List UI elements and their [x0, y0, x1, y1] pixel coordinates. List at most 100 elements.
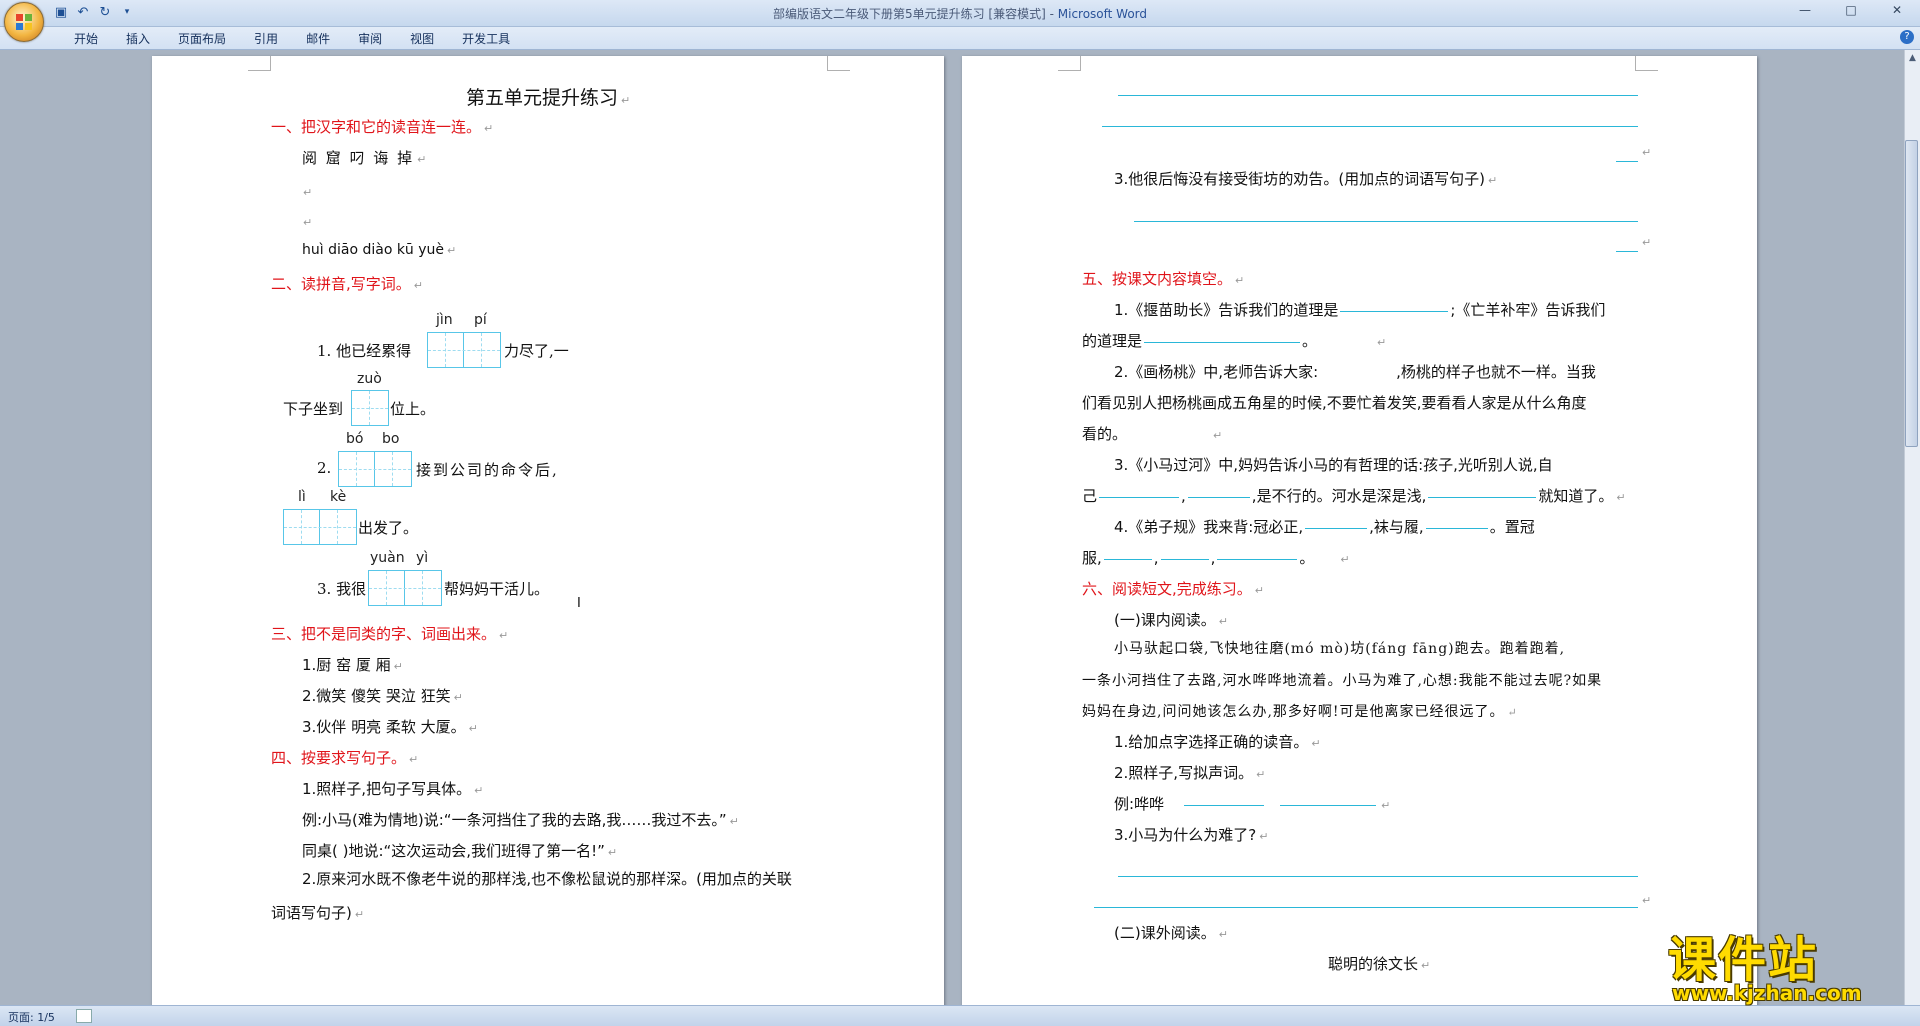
window-controls: — □ ✕: [1782, 0, 1920, 20]
section-3-item-3: 3.伙伴 明亮 柔软 大厦。 ↵: [302, 718, 478, 736]
pinyin-zuo: zuò: [357, 371, 382, 387]
watermark-url: www.kjzhan.com: [1672, 981, 1862, 1005]
tab-insert[interactable]: 插入: [112, 30, 164, 47]
section-5-line-4: 4.《弟子规》我来背:冠必正, ,袜与履, 。置冠: [1114, 518, 1535, 536]
writing-grid[interactable]: [368, 570, 442, 606]
document-page-2: ↵ 3.他很后悔没有接受街坊的劝告。(用加点的词语写句子) ↵ ↵ 五、按课文内容…: [962, 56, 1757, 1005]
answer-line[interactable]: [1616, 251, 1638, 252]
vertical-scrollbar[interactable]: ▲: [1904, 50, 1920, 1005]
section-4-heading: 四、按要求写句子。 ↵: [271, 749, 419, 767]
watermark-logo: 课件站 www.kjzhan.com: [1668, 925, 1908, 1005]
section-5-line-1-cont: 的道理是。 ↵: [1082, 332, 1387, 350]
page-title: 第五单元提升练习 ↵: [466, 87, 631, 109]
tab-home[interactable]: 开始: [60, 30, 112, 47]
maximize-button[interactable]: □: [1828, 0, 1874, 20]
section-4-example: 例:小马(难为情地)说:“一条河挡住了我的去路,我……我过不去。” ↵: [302, 811, 739, 829]
section-2-heading: 二、读拼音,写字词。 ↵: [271, 275, 423, 293]
answer-line[interactable]: [1094, 907, 1638, 908]
q1-text-before: 1. 他已经累得: [317, 342, 412, 360]
section-4-q2: 2.原来河水既不像老牛说的那样浅,也不像松鼠说的那样深。(用加点的关联: [302, 870, 792, 888]
section-1-heading: 一、把汉字和它的读音连一连。 ↵: [271, 118, 494, 136]
pinyin-yuan: yuàn: [370, 550, 405, 566]
section-5-heading: 五、按课文内容填空。 ↵: [1082, 270, 1245, 288]
reading-passage-line-1: 小马驮起口袋,飞快地往磨(mó mò)坊(fáng fāng)跑去。跑着跑着,: [1114, 641, 1566, 657]
pinyin-ke: kè: [330, 489, 347, 505]
writing-grid[interactable]: [427, 332, 501, 368]
help-icon[interactable]: ?: [1900, 30, 1914, 44]
reading-passage-line-3: 妈妈在身边,问问她该怎么办,那多好啊!可是他离家已经很远了。 ↵: [1082, 704, 1518, 720]
document-workspace: 第五单元提升练习 ↵ 一、把汉字和它的读音连一连。 ↵ 阅 窟 叼 诲 掉 ↵ ↵ ↵…: [0, 50, 1905, 1005]
section-3-item-1: 1.厨 窑 厦 厢 ↵: [302, 656, 403, 674]
answer-line[interactable]: [1118, 95, 1638, 96]
section-1-pinyin: huì diāo diào kū yuè ↵: [302, 242, 457, 258]
section-4-q1-blank: 同桌( )地说:“这次运动会,我们班得了第一名!” ↵: [302, 842, 618, 860]
close-button[interactable]: ✕: [1874, 0, 1920, 20]
section-5-line-2-cont: 们看见别人把杨桃画成五角星的时候,不要忙着发笑,要看看人家是从什么角度: [1082, 394, 1587, 412]
answer-line[interactable]: [1134, 221, 1638, 222]
q1-line2-before: 下子坐到: [283, 400, 344, 418]
pinyin-li: lì: [298, 489, 306, 505]
ribbon-tab-bar: 开始 插入 页面布局 引用 邮件 审阅 视图 开发工具 ?: [0, 27, 1920, 50]
reading-q3: 3.小马为什么为难了? ↵: [1114, 826, 1269, 844]
margin-corner-mark: [248, 56, 271, 71]
reading-1-subtitle: (一)课内阅读。 ↵: [1114, 611, 1228, 629]
proofing-icon[interactable]: [76, 1009, 92, 1023]
margin-corner-mark: [1058, 56, 1081, 71]
tab-developer[interactable]: 开发工具: [448, 30, 524, 47]
answer-line[interactable]: [1616, 161, 1638, 162]
pinyin-pi: pí: [474, 312, 487, 328]
paragraph-mark: ↵: [1642, 146, 1652, 159]
tab-page-layout[interactable]: 页面布局: [164, 30, 240, 47]
section-1-characters: 阅 窟 叼 诲 掉 ↵: [302, 149, 429, 167]
tab-mailings[interactable]: 邮件: [292, 30, 344, 47]
writing-grid[interactable]: [351, 390, 389, 426]
section-3-item-2: 2.微笑 傻笑 哭泣 狂笑 ↵: [302, 687, 463, 705]
tab-view[interactable]: 视图: [396, 30, 448, 47]
answer-line[interactable]: [1118, 876, 1638, 877]
question-3-text: 3.他很后悔没有接受街坊的劝告。(用加点的词语写句子) ↵: [1114, 170, 1498, 188]
margin-corner-mark: [1635, 56, 1658, 71]
watermark-name: 课件站: [1668, 932, 1819, 988]
tab-review[interactable]: 审阅: [344, 30, 396, 47]
writing-grid[interactable]: [283, 509, 357, 545]
reading-q2: 2.照样子,写拟声词。 ↵: [1114, 764, 1266, 782]
section-6-heading: 六、阅读短文,完成练习。 ↵: [1082, 580, 1264, 598]
document-title: 部编版语文二年级下册第5单元提升练习 [兼容模式] -: [772, 7, 1058, 21]
minimize-button[interactable]: —: [1782, 0, 1828, 20]
q2-line2-after: 出发了。: [358, 519, 419, 537]
writing-grid[interactable]: [338, 451, 412, 487]
section-5-line-4-cont: 服,,,。 ↵: [1082, 549, 1350, 567]
pinyin-bo: bó: [346, 431, 364, 447]
document-page-1: 第五单元提升练习 ↵ 一、把汉字和它的读音连一连。 ↵ 阅 窟 叼 诲 掉 ↵ ↵ ↵…: [152, 56, 944, 1005]
q1-text-after: 力尽了,一: [504, 342, 569, 360]
margin-corner-mark: [827, 56, 850, 71]
answer-line[interactable]: [1102, 126, 1638, 127]
paragraph-mark: ↵: [1642, 236, 1652, 249]
reading-q2-example: 例:哗哗 ↵: [1114, 795, 1391, 813]
section-4-q1: 1.照样子,把句子写具体。 ↵: [302, 780, 484, 798]
pinyin-jin: jìn: [436, 312, 453, 328]
story-title: 聪明的徐文长 ↵: [1328, 955, 1431, 973]
window-title: 部编版语文二年级下册第5单元提升练习 [兼容模式] - Microsoft Wo…: [0, 5, 1920, 22]
title-bar: ▣ ↶ ↻ ▾ 部编版语文二年级下册第5单元提升练习 [兼容模式] - Micr…: [0, 0, 1920, 27]
office-button[interactable]: [4, 2, 44, 42]
tab-references[interactable]: 引用: [240, 30, 292, 47]
section-5-line-2: 2.《画杨桃》中,老师告诉大家: ,杨桃的样子也就不一样。当我: [1114, 363, 1596, 381]
text-cursor: I: [577, 596, 581, 611]
section-5-line-3: 3.《小马过河》中,妈妈告诉小马的有哲理的话:孩子,光听别人说,自: [1114, 456, 1553, 474]
scrollbar-thumb[interactable]: [1905, 140, 1918, 447]
scroll-up-icon[interactable]: ▲: [1906, 52, 1919, 65]
reading-passage-line-2: 一条小河挡住了去路,河水哗哗地流着。小马为难了,心想:我能不能过去呢?如果: [1082, 673, 1603, 689]
q2-number: 2.: [317, 459, 332, 477]
q2-text-after: 接到公司的命令后,: [416, 461, 559, 479]
section-4-q2-cont: 词语写句子) ↵: [271, 904, 365, 922]
section-5-line-3-cont: 己, ,是不行的。河水是深是浅, 就知道了。 ↵: [1082, 487, 1626, 505]
reading-q1: 1.给加点字选择正确的读音。 ↵: [1114, 733, 1321, 751]
paragraph-mark: ↵: [303, 186, 313, 199]
section-5-line-2-end: 看的。 ↵: [1082, 425, 1223, 443]
office-logo-icon: [16, 14, 32, 30]
page-indicator[interactable]: 页面: 1/5: [8, 1009, 55, 1025]
section-5-line-1: 1.《揠苗助长》告诉我们的道理是 ;《亡羊补牢》告诉我们: [1114, 301, 1606, 319]
status-bar: 页面: 1/5: [0, 1005, 1920, 1026]
paragraph-mark: ↵: [1642, 894, 1652, 907]
